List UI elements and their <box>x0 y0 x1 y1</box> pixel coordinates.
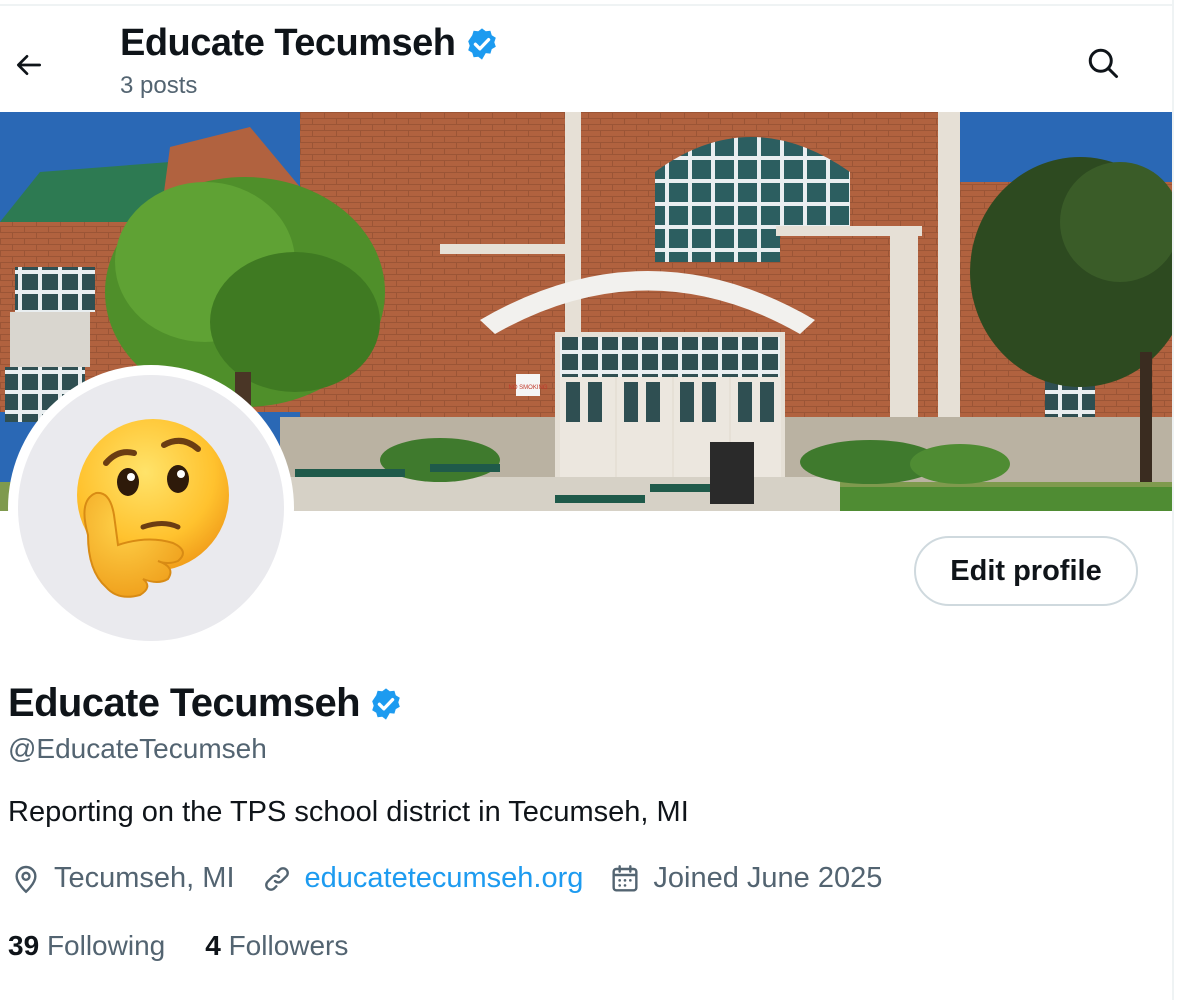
location-item: Tecumseh, MI <box>10 862 235 895</box>
location-text: Tecumseh, MI <box>54 862 235 894</box>
header-title-row: Educate Tecumseh <box>120 22 500 65</box>
location-pin-icon <box>15 865 37 893</box>
thinking-face-emoji <box>77 419 229 598</box>
joined-text: Joined June 2025 <box>653 862 883 894</box>
following-label: Following <box>46 930 166 961</box>
search-button[interactable] <box>1080 40 1126 86</box>
joined-item: Joined June 2025 <box>609 862 882 895</box>
followers-label: Followers <box>228 930 349 961</box>
profile-meta: Tecumseh, MI educatetecumseh.org Joined … <box>10 862 908 895</box>
edit-profile-button[interactable]: Edit profile <box>914 536 1138 606</box>
following-count: 39 <box>8 930 40 961</box>
website-item[interactable]: educatetecumseh.org <box>261 862 584 895</box>
link-icon <box>264 866 289 891</box>
verified-badge-icon <box>467 27 496 60</box>
right-divider <box>1172 0 1174 1000</box>
search-icon <box>1088 48 1118 78</box>
profile-bio: Reporting on the TPS school district in … <box>8 796 689 828</box>
profile-name-row: Educate Tecumseh <box>8 681 404 726</box>
followers-link[interactable]: 4 Followers <box>205 930 348 962</box>
followers-count: 4 <box>205 930 221 961</box>
verified-badge-icon[interactable] <box>368 686 404 722</box>
profile-handle: @EducateTecumseh <box>8 733 267 764</box>
back-button[interactable] <box>8 44 50 86</box>
arrow-left-icon <box>17 55 41 75</box>
header-title: Educate Tecumseh <box>120 22 456 64</box>
website-link[interactable]: educatetecumseh.org <box>305 862 584 895</box>
banner-sign-text: NO SMOKING <box>508 385 547 391</box>
profile-name: Educate Tecumseh <box>8 681 361 725</box>
avatar[interactable] <box>18 375 284 641</box>
following-link[interactable]: 39 Following <box>8 930 165 962</box>
profile-header: Educate Tecumseh 3 posts <box>0 6 1172 112</box>
posts-count: 3 posts <box>120 72 198 99</box>
follow-stats: 39 Following 4 Followers <box>8 930 388 962</box>
calendar-icon <box>612 864 638 892</box>
